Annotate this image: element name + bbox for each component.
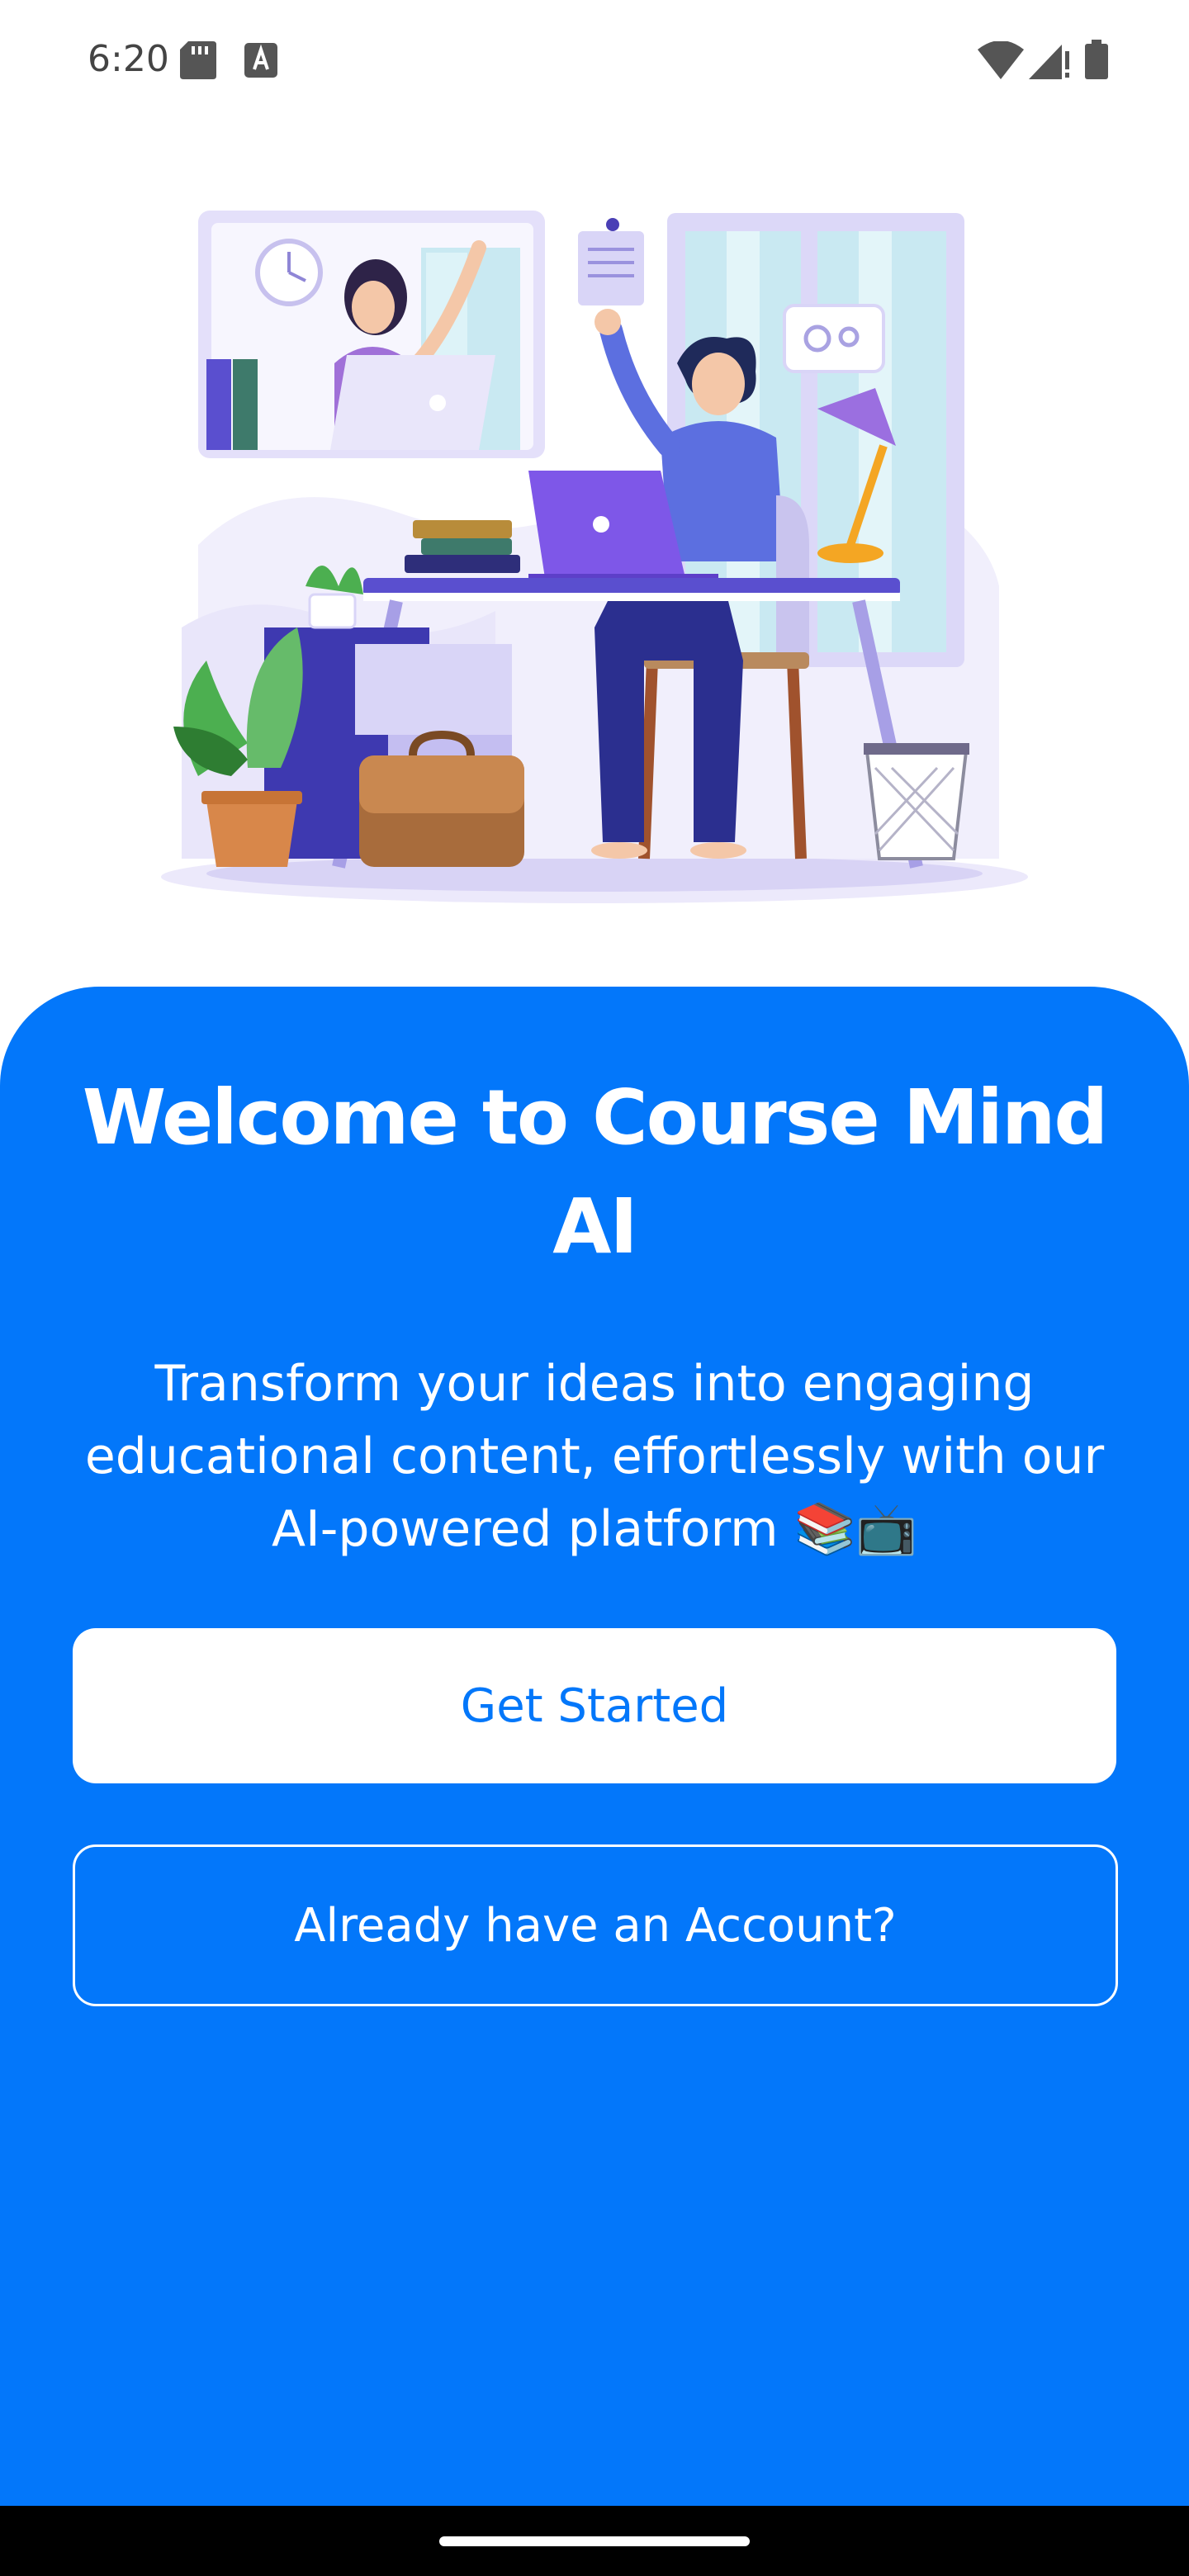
get-started-button[interactable]: Get Started [73,1628,1116,1783]
login-label: Already have an Account? [294,1898,897,1953]
cell-signal-icon [1029,45,1069,79]
welcome-subtitle: Transform your ideas into engaging educa… [84,1355,1105,1558]
home-gesture-handle[interactable] [439,2536,750,2546]
status-time: 6:20 [88,38,169,80]
get-started-label: Get Started [460,1679,729,1733]
status-bar: 6:20 [0,0,1189,116]
remote-video-call-illustration [161,211,1028,903]
wifi-icon [978,41,1024,79]
keyboard-a-icon [244,43,277,78]
login-button[interactable]: Already have an Account? [73,1844,1118,2006]
battery-icon [1085,40,1108,79]
sd-card-icon [180,41,216,79]
welcome-title: Welcome to Course Mind AI [82,1073,1109,1271]
